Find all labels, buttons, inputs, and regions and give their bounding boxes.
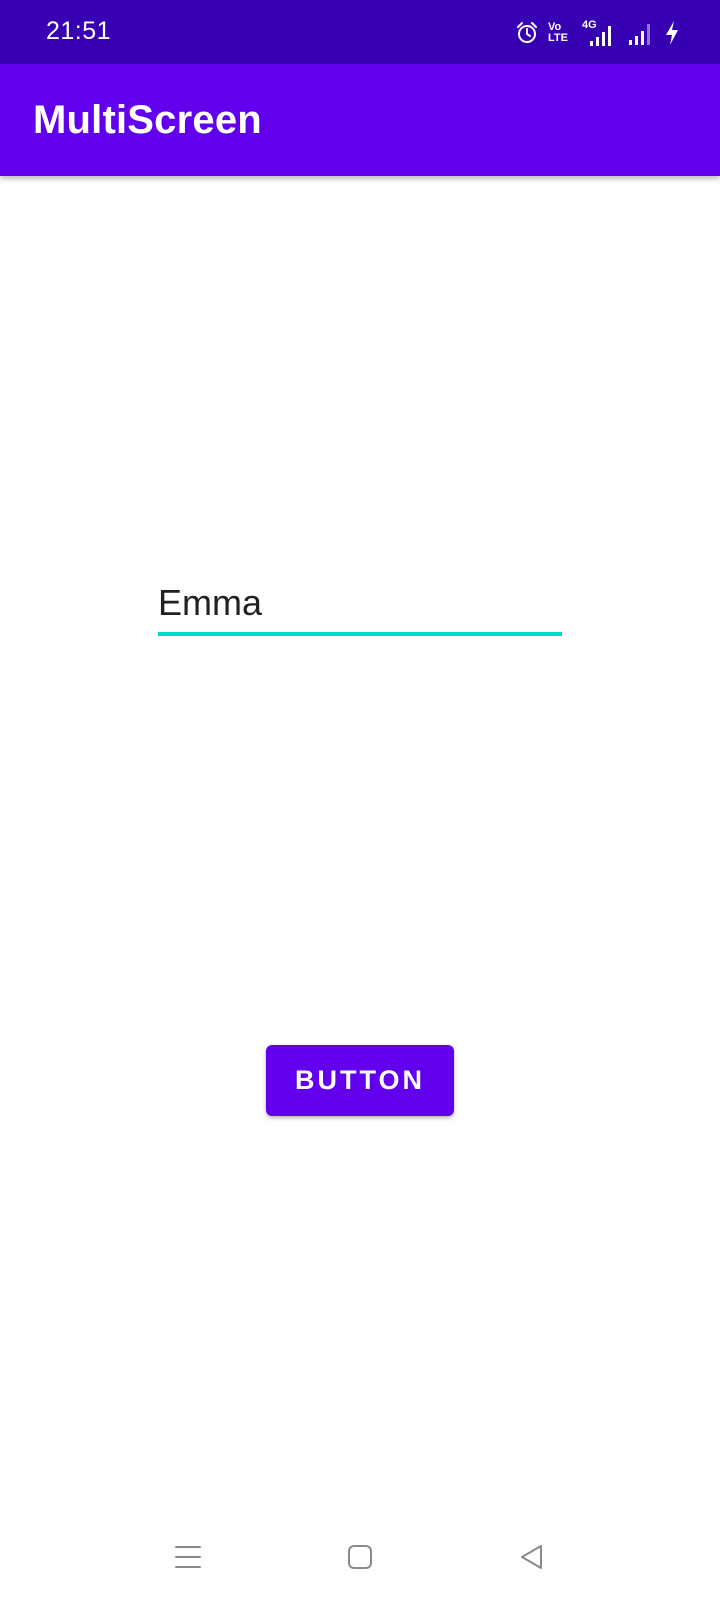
menu-icon[interactable] [168, 1537, 208, 1577]
status-time: 21:51 [46, 17, 112, 45]
signal-4g-icon: 4G [578, 19, 618, 47]
app-bar: MultiScreen [0, 64, 720, 176]
charging-icon [664, 20, 680, 46]
name-field-underline [158, 632, 562, 636]
app-title: MultiScreen [33, 98, 262, 142]
volte-bottom: LTE [548, 32, 568, 44]
volte-icon: Vo LTE [548, 22, 568, 44]
status-bar: 21:51 Vo LTE 4G [0, 0, 720, 64]
name-field[interactable] [158, 575, 562, 636]
main-button[interactable]: BUTTON [266, 1045, 454, 1116]
navigation-bar [0, 1510, 720, 1600]
status-icons: Vo LTE 4G [516, 18, 680, 48]
alarm-icon [516, 22, 538, 44]
home-icon[interactable] [340, 1537, 380, 1577]
name-input[interactable] [158, 575, 562, 631]
signal-icon [628, 20, 654, 46]
back-icon[interactable] [512, 1537, 552, 1577]
